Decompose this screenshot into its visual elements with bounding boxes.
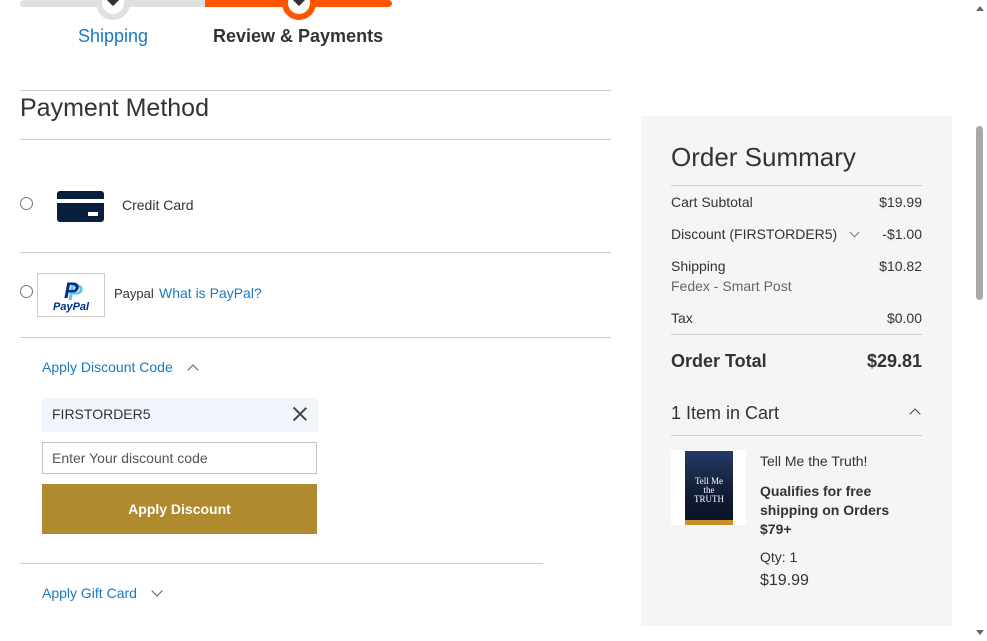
book-cover-text: Tell Me the TRUTH: [694, 476, 724, 504]
card-stripe: [57, 199, 104, 203]
divider: [20, 252, 611, 253]
scrollbar-thumb[interactable]: [976, 126, 983, 300]
applied-discount-code: FIRSTORDER5: [52, 406, 151, 422]
order-total-value: $29.81: [866, 351, 922, 371]
book-cover-band: [685, 520, 733, 525]
cart-subtotal-label: Cart Subtotal: [671, 194, 753, 210]
step-label-review: Review & Payments: [213, 26, 384, 46]
credit-card-icon: [57, 191, 104, 222]
divider: [671, 435, 922, 436]
step-indicator-shipping[interactable]: [96, 0, 130, 20]
apply-discount-toggle[interactable]: Apply Discount Code: [42, 359, 199, 376]
scroll-down-arrow-icon[interactable]: [976, 630, 984, 635]
items-in-cart-label[interactable]: 1 Item in Cart: [671, 403, 779, 424]
product-price: $19.99: [760, 572, 809, 589]
order-total-label: Order Total: [671, 351, 767, 371]
shipping-row-label: Shipping: [671, 258, 726, 274]
page-scrollbar[interactable]: [972, 0, 987, 641]
apply-discount-label[interactable]: Apply Discount Code: [42, 359, 173, 375]
payment-method-title: Payment Method: [20, 94, 209, 122]
paypal-logo-text: PayPal: [53, 301, 90, 313]
order-summary-panel: Order Summary Cart Subtotal $19.99 Disco…: [641, 116, 952, 626]
chevron-up-icon[interactable]: [186, 364, 199, 376]
divider: [20, 337, 611, 338]
chevron-up-icon[interactable]: [909, 408, 921, 420]
discount-row-value: -$1.00: [882, 226, 922, 242]
divider: [20, 90, 611, 91]
apply-gift-card-toggle[interactable]: Apply Gift Card: [42, 585, 163, 601]
credit-card-label[interactable]: Credit Card: [122, 197, 194, 213]
free-shipping-note: Qualifies for free shipping on Orders $7…: [760, 483, 890, 537]
close-icon[interactable]: [292, 406, 308, 422]
what-is-paypal-link[interactable]: What is PayPal?: [159, 285, 262, 301]
paypal-logo: P P PayPal: [37, 273, 105, 317]
product-thumbnail[interactable]: Tell Me the TRUTH: [671, 450, 746, 525]
shipping-method-label: Fedex - Smart Post: [671, 278, 792, 294]
shipping-row-value: $10.82: [879, 258, 922, 274]
cart-subtotal-value: $19.99: [879, 194, 922, 210]
step-indicator-review: [282, 0, 316, 20]
scroll-up-arrow-icon[interactable]: [976, 6, 984, 11]
apply-gift-card-label[interactable]: Apply Gift Card: [42, 585, 137, 601]
step-label-shipping[interactable]: Shipping: [78, 26, 148, 47]
checkout-progress-bar: [20, 0, 392, 20]
divider: [671, 334, 922, 335]
applied-discount-chip: FIRSTORDER5: [42, 398, 318, 432]
tax-label: Tax: [671, 310, 693, 326]
card-chip: [88, 212, 98, 216]
credit-card-radio[interactable]: [20, 197, 33, 210]
apply-discount-button[interactable]: Apply Discount: [42, 484, 317, 534]
divider: [20, 139, 611, 140]
order-summary-title: Order Summary: [671, 142, 856, 172]
discount-row-label[interactable]: Discount (FIRSTORDER5): [671, 226, 837, 242]
chevron-down-icon[interactable]: [849, 227, 860, 238]
book-cover-image: Tell Me the TRUTH: [685, 451, 733, 525]
chevron-down-icon[interactable]: [151, 585, 163, 597]
discount-code-input[interactable]: [42, 442, 317, 474]
step-marker-icon: [291, 0, 307, 7]
product-qty: Qty: 1: [760, 549, 798, 565]
product-name: Tell Me the Truth!: [760, 453, 868, 469]
discount-row-toggle[interactable]: Discount (FIRSTORDER5): [671, 226, 860, 242]
tax-value: $0.00: [886, 310, 922, 326]
step-marker-icon: [105, 0, 121, 7]
divider: [671, 185, 922, 186]
paypal-label[interactable]: Paypal: [114, 286, 154, 301]
paypal-radio[interactable]: [20, 285, 33, 298]
divider: [20, 563, 543, 564]
